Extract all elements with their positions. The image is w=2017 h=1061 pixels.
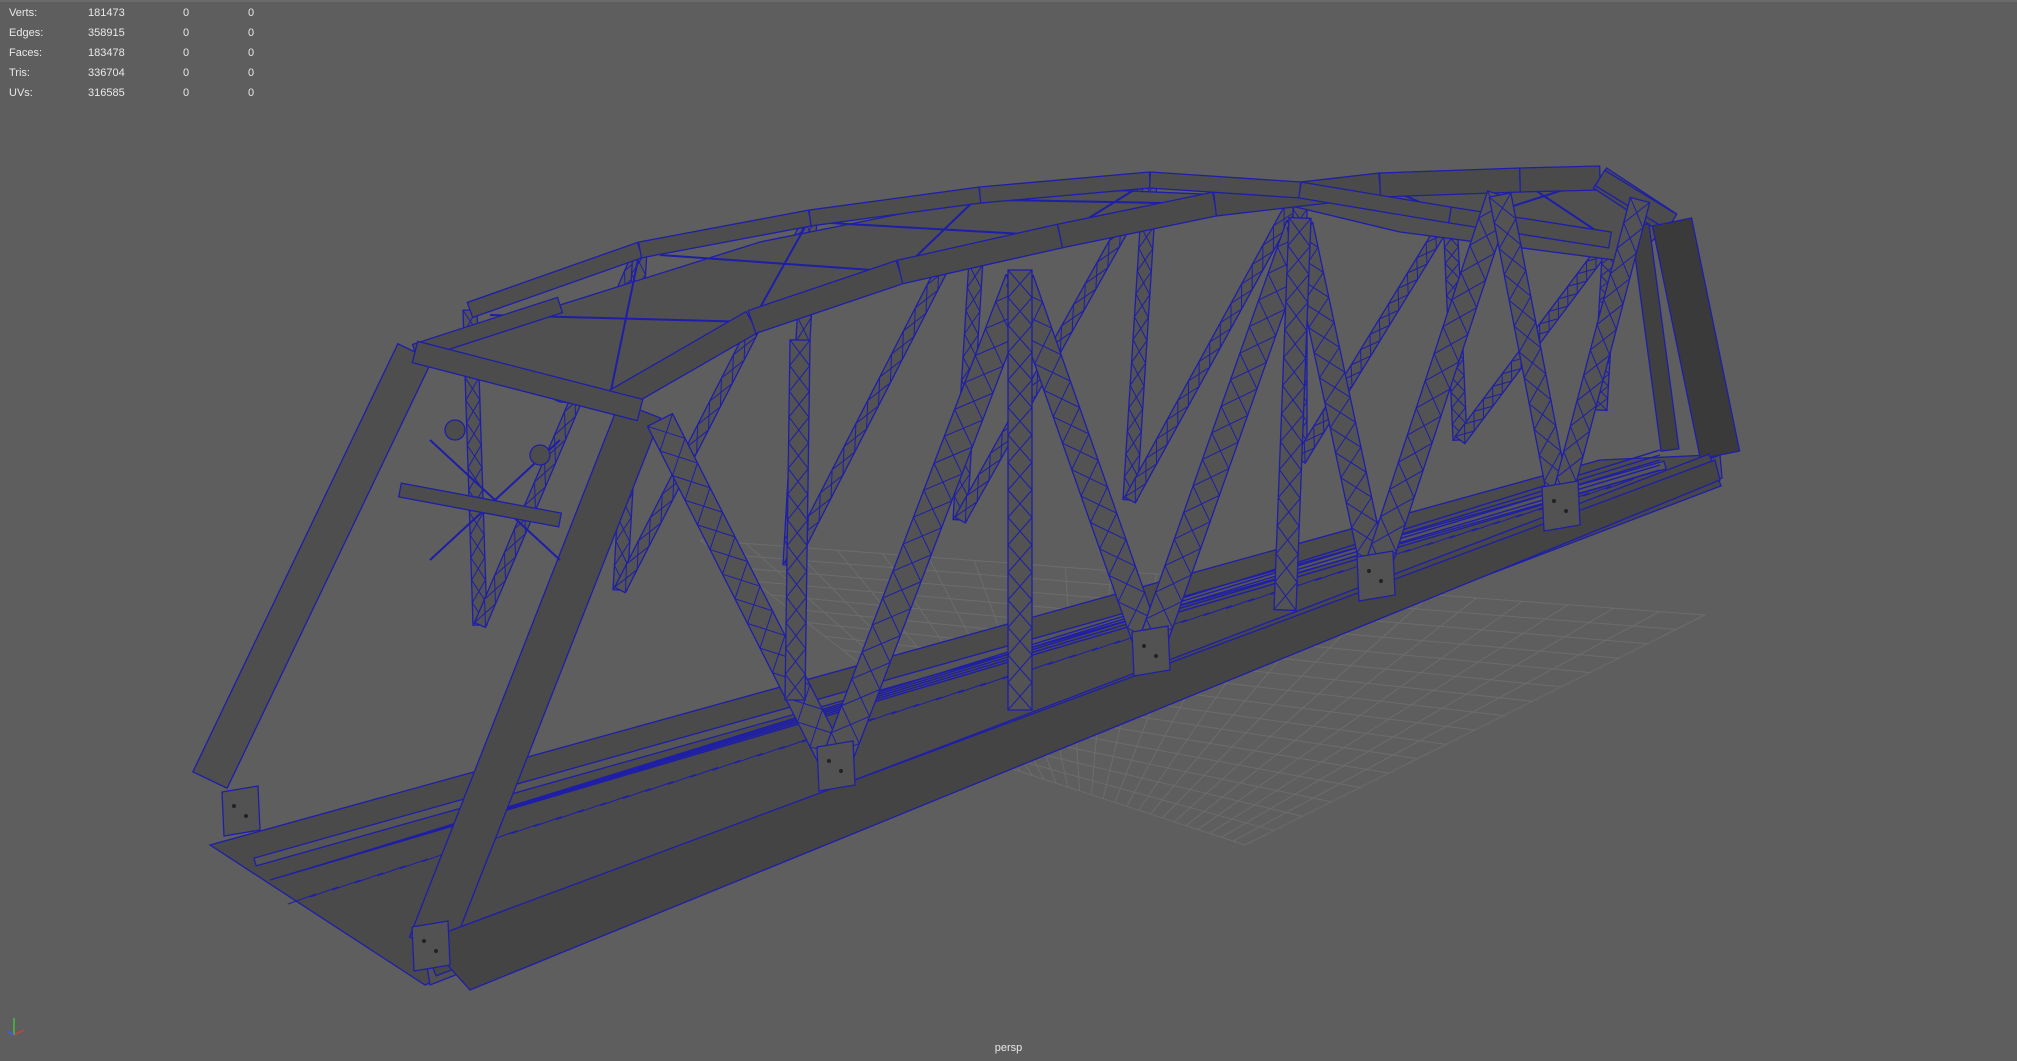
hud-label: Edges: [9,27,44,39]
hud-value: 358915 [88,27,125,39]
hud-row-faces: Faces: 183478 0 0 [9,43,269,63]
hud-selected: 0 [183,47,190,59]
hud-value: 316585 [88,87,125,99]
camera-label: persp [994,1042,1023,1054]
hud-selected: 0 [183,87,190,99]
hud-component: 0 [248,47,255,59]
hud-row-edges: Edges: 358915 0 0 [9,23,269,43]
hud-label: UVs: [9,87,33,99]
hud-value: 336704 [88,67,125,79]
hud-label: Faces: [9,47,43,59]
hud-component: 0 [248,7,255,19]
hud-label: Tris: [9,67,30,79]
hud-row-verts: Verts: 181473 0 0 [9,3,269,23]
hud-selected: 0 [183,7,190,19]
truss-bridge-mesh[interactable] [191,165,1741,991]
hud-selected: 0 [183,67,190,79]
poly-count-hud: Verts: 181473 0 0 Edges: 358915 0 0 Face… [9,3,269,103]
hud-value: 181473 [88,7,125,19]
hud-label: Verts: [9,7,38,19]
hud-row-uvs: UVs: 316585 0 0 [9,83,269,103]
axis-gizmo-icon [6,1018,25,1036]
3d-viewport[interactable]: Verts: 181473 0 0 Edges: 358915 0 0 Face… [0,0,2017,1061]
hud-component: 0 [248,27,255,39]
hud-selected: 0 [183,27,190,39]
bridge-model[interactable] [0,0,2017,1061]
hud-component: 0 [248,67,255,79]
hud-value: 183478 [88,47,125,59]
hud-row-tris: Tris: 336704 0 0 [9,63,269,83]
hud-component: 0 [248,87,255,99]
